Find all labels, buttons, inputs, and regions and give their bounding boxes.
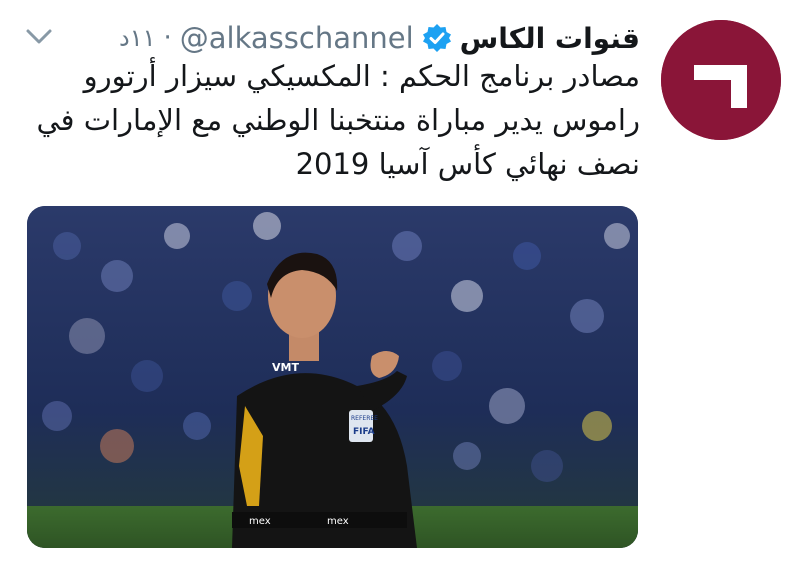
- tweet-card[interactable]: قنوات الكاس @alkasschannel · ١١د مصادر ب…: [0, 0, 800, 562]
- tweet-text-line: نصف نهائي كأس آسيا 2019: [295, 147, 640, 181]
- shirt-text: REFEREE: [351, 415, 378, 422]
- referee-photo: VMT REFEREE FIFA mex mex: [27, 206, 638, 548]
- tweet-text-line: مصادر برنامج الحكم : المكسيكي سيزار أرتو…: [83, 59, 640, 93]
- shirt-text: mex: [249, 516, 271, 527]
- tweet-text: مصادر برنامج الحكم : المكسيكي سيزار أرتو…: [36, 54, 640, 186]
- shirt-text: VMT: [272, 361, 299, 374]
- tweet-text-line: راموس يدير مباراة منتخبنا الوطني مع الإم…: [36, 103, 640, 137]
- user-handle[interactable]: @alkasschannel: [180, 21, 414, 55]
- tweet-photo[interactable]: VMT REFEREE FIFA mex mex: [27, 206, 638, 548]
- timestamp[interactable]: ١١د: [119, 24, 155, 52]
- shirt-text: FIFA: [353, 427, 375, 437]
- separator-dot: ·: [163, 23, 172, 53]
- shirt-text: mex: [327, 516, 349, 527]
- alkass-logo: [661, 20, 781, 140]
- avatar[interactable]: [661, 20, 781, 140]
- display-name[interactable]: قنوات الكاس: [460, 22, 640, 55]
- chevron-down-icon[interactable]: [24, 26, 54, 48]
- verified-badge-icon: [422, 23, 452, 53]
- tweet-header: قنوات الكاس @alkasschannel · ١١د: [119, 18, 640, 58]
